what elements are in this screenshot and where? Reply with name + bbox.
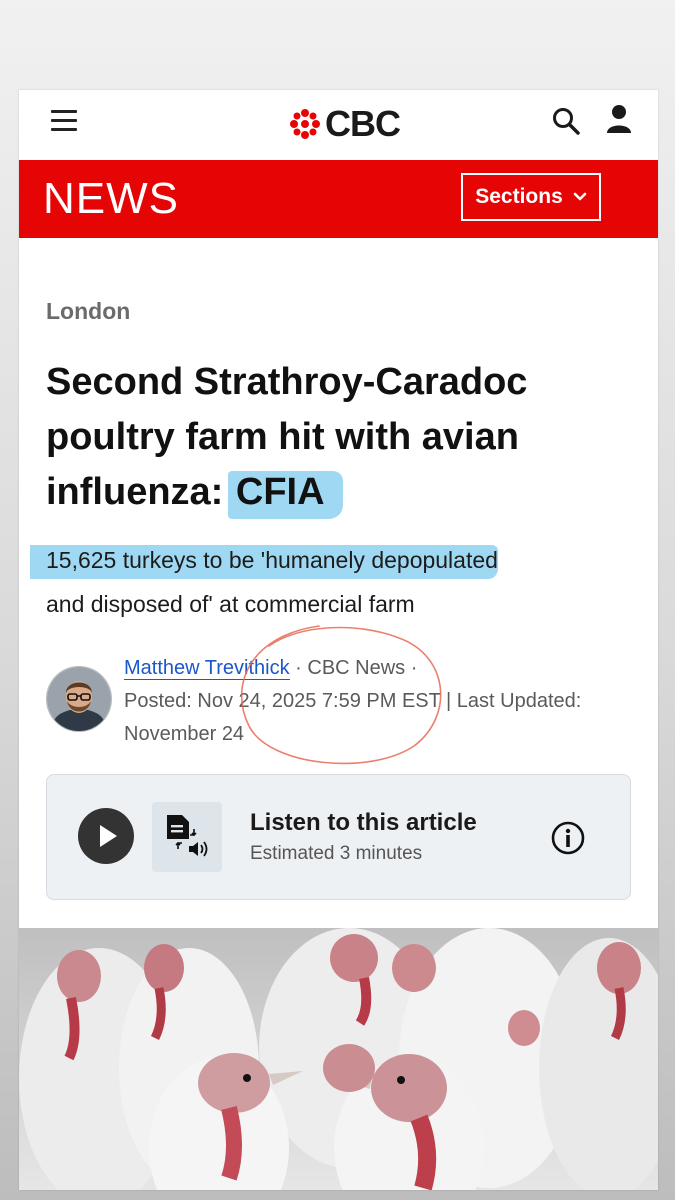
- info-icon[interactable]: [551, 821, 585, 855]
- search-icon[interactable]: [551, 106, 581, 136]
- author-link[interactable]: Matthew Trevithick: [124, 657, 290, 680]
- dek-highlight: 15,625 turkeys to be 'humanely depopulat…: [46, 545, 498, 579]
- play-icon[interactable]: [78, 808, 134, 864]
- article-kicker[interactable]: London: [46, 298, 130, 325]
- avatar-image: [47, 667, 111, 731]
- section-title[interactable]: NEWS: [43, 174, 179, 224]
- listen-title: Listen to this article: [250, 809, 477, 836]
- byline: Matthew Trevithick · CBC News · Posted: …: [124, 652, 624, 751]
- author-avatar[interactable]: [46, 666, 112, 732]
- dek-text: and disposed of' at commercial farm: [46, 591, 415, 617]
- cbc-logo[interactable]: CBC: [289, 102, 401, 146]
- logo-text: CBC: [325, 103, 401, 144]
- turkeys-image: [19, 928, 658, 1190]
- menu-icon[interactable]: [51, 110, 79, 132]
- byline-source: · CBC News ·: [295, 657, 418, 679]
- article-photo[interactable]: [19, 928, 658, 1190]
- user-icon[interactable]: [605, 104, 633, 134]
- audio-player-card: Listen to this article Estimated 3 minut…: [46, 774, 631, 900]
- listen-duration: Estimated 3 minutes: [250, 843, 423, 864]
- posted-date: Posted: Nov 24, 2025 7:59 PM EST | Last …: [124, 690, 582, 745]
- sections-button[interactable]: Sections: [461, 173, 601, 221]
- headline-highlight: CFIA: [227, 471, 343, 519]
- text-to-speech-icon: [152, 802, 222, 872]
- article-dek: 15,625 turkeys to be 'humanely depopulat…: [46, 538, 636, 626]
- chevron-down-icon: [573, 192, 587, 201]
- cbc-gem-icon: [290, 109, 320, 139]
- app-frame: CBC NEWS Sections London Second Strathro…: [19, 90, 658, 1190]
- top-bar: CBC: [19, 90, 658, 160]
- article-headline: Second Strathroy-Caradoc poultry farm hi…: [46, 355, 636, 520]
- news-section-bar: NEWS Sections: [19, 160, 658, 238]
- sections-label: Sections: [475, 185, 563, 208]
